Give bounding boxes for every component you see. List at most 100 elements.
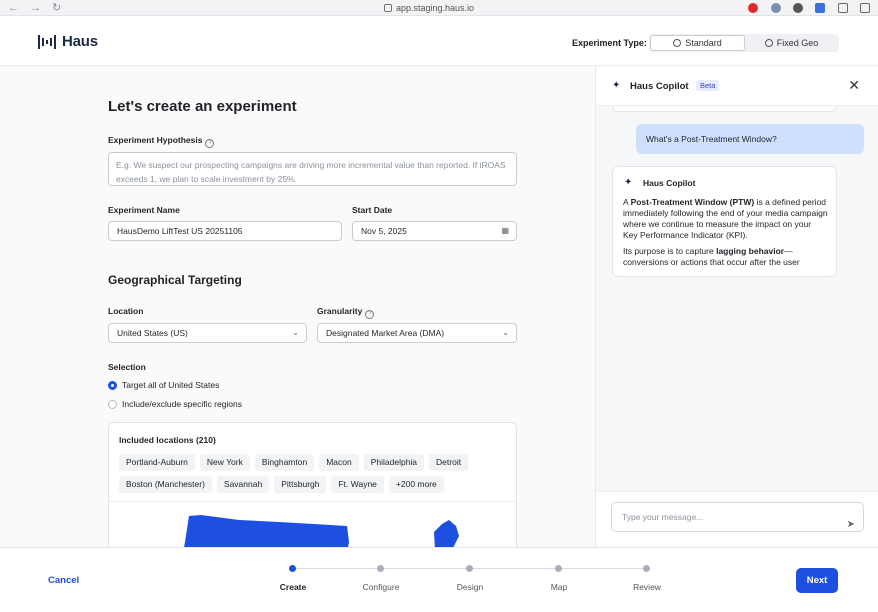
response-text: A xyxy=(623,197,631,207)
granularity-label-text: Granularity xyxy=(317,306,363,316)
experiment-type-toggle: Standard Fixed Geo xyxy=(649,34,839,52)
reload-icon[interactable]: ↻ xyxy=(52,1,61,15)
extension-blue-icon[interactable] xyxy=(815,3,825,13)
radio-include-exclude[interactable]: Include/exclude specific regions xyxy=(108,399,242,409)
us-map-region xyxy=(184,515,349,547)
location-label: Location xyxy=(108,306,144,316)
location-value: United States (US) xyxy=(117,328,188,338)
location-chip: New York xyxy=(199,454,250,471)
granularity-select[interactable]: Designated Market Area (DMA) ⌄ xyxy=(317,323,517,343)
experiment-type-fixed-geo-label: Fixed Geo xyxy=(776,38,819,48)
sparkle-icon: ✦ xyxy=(624,177,633,188)
next-button[interactable]: Next xyxy=(796,568,838,593)
experiment-name-input[interactable]: HausDemo LiftTest US 20251105 xyxy=(108,221,342,241)
location-chip: Pittsburgh xyxy=(274,476,327,493)
copilot-message-input[interactable]: Type your message... ➤ xyxy=(611,502,864,532)
chevron-down-icon: ⌄ xyxy=(502,328,509,337)
included-locations-title: Included locations (210) xyxy=(119,435,216,445)
step-dot-map[interactable] xyxy=(555,565,562,572)
page-title: Let's create an experiment xyxy=(108,98,297,115)
location-chip: Binghamton xyxy=(254,454,315,471)
start-date-value: Nov 5, 2025 xyxy=(361,226,407,236)
us-map xyxy=(184,515,459,547)
step-dot-configure[interactable] xyxy=(377,565,384,572)
location-chip: Portland-Auburn xyxy=(119,454,195,471)
experiment-type-standard-label: Standard xyxy=(685,38,722,48)
copilot-response-text: A Post-Treatment Window (PTW) is a defin… xyxy=(623,197,828,273)
back-icon[interactable]: ← xyxy=(8,1,19,15)
copilot-input-area: Type your message... ➤ xyxy=(596,491,878,547)
help-icon[interactable]: ? xyxy=(365,310,375,319)
hypothesis-label-text: Experiment Hypothesis xyxy=(108,135,203,145)
radio-include-exclude-label: Include/exclude specific regions xyxy=(122,399,243,409)
browser-toolbar: ← → ↻ app.staging.haus.io xyxy=(0,0,878,16)
extension-circle-icon[interactable] xyxy=(793,3,803,13)
experiment-type-fixed-geo[interactable]: Fixed Geo xyxy=(745,35,838,51)
reader-icon[interactable] xyxy=(838,3,848,13)
url-text: app.staging.haus.io xyxy=(396,3,475,13)
step-label-design[interactable]: Design xyxy=(440,582,500,592)
haus-logo[interactable]: Haus xyxy=(38,33,98,50)
location-chip: Macon xyxy=(319,454,359,471)
response-paragraph: A Post-Treatment Window (PTW) is a defin… xyxy=(623,197,828,241)
experiment-type-label: Experiment Type: xyxy=(572,38,647,48)
experiment-name-value: HausDemo LiftTest US 20251105 xyxy=(117,226,243,236)
step-label-create[interactable]: Create xyxy=(263,582,323,592)
experiment-form: Let's create an experiment Experiment Hy… xyxy=(0,66,596,547)
step-dot-review[interactable] xyxy=(643,565,650,572)
step-label-map[interactable]: Map xyxy=(529,582,589,592)
geo-targeting-title: Geographical Targeting xyxy=(108,273,242,287)
copilot-response-card: ✦ Haus Copilot A Post-Treatment Window (… xyxy=(612,166,837,277)
address-bar[interactable]: app.staging.haus.io xyxy=(384,2,474,14)
radio-button-checked[interactable] xyxy=(108,380,117,390)
more-locations-chip[interactable]: +200 more xyxy=(388,476,444,493)
hypothesis-placeholder: E.g. We suspect our prospecting campaign… xyxy=(116,160,506,184)
experiment-name-label: Experiment Name xyxy=(108,205,180,215)
granularity-label: Granularity? xyxy=(317,306,375,319)
location-chip: Savannah xyxy=(216,476,270,493)
response-term-bold: lagging behavior xyxy=(716,246,785,256)
haus-logo-icon xyxy=(38,34,56,49)
us-map-region xyxy=(434,520,459,547)
globe-icon xyxy=(673,39,682,47)
message-placeholder: Type your message... xyxy=(622,512,704,522)
start-date-input[interactable]: Nov 5, 2025 ▦ xyxy=(352,221,517,241)
link-icon xyxy=(384,4,392,12)
forward-icon[interactable]: → xyxy=(30,1,41,15)
step-dot-design[interactable] xyxy=(466,565,473,572)
radio-target-all[interactable]: Target all of United States xyxy=(108,380,219,390)
help-icon[interactable]: ? xyxy=(205,139,215,148)
radio-target-all-label: Target all of United States xyxy=(122,380,220,390)
beta-badge: Beta xyxy=(696,80,720,91)
sidebar-toggle-icon[interactable] xyxy=(860,3,870,13)
calendar-icon[interactable]: ▦ xyxy=(501,222,509,240)
radio-button[interactable] xyxy=(108,399,117,409)
user-message-bubble: What's a Post-Treatment Window? xyxy=(636,124,864,154)
experiment-type-standard[interactable]: Standard xyxy=(650,35,745,51)
copilot-title: Haus Copilot xyxy=(630,81,689,92)
hypothesis-label: Experiment Hypothesis? xyxy=(108,135,215,148)
cancel-button[interactable]: Cancel xyxy=(48,575,79,586)
user-message-text: What's a Post-Treatment Window? xyxy=(646,134,777,144)
logo-text: Haus xyxy=(62,33,98,50)
response-term-bold: Post-Treatment Window (PTW) xyxy=(630,197,755,207)
target-icon xyxy=(764,39,773,47)
hypothesis-textarea[interactable]: E.g. We suspect our prospecting campaign… xyxy=(108,152,517,186)
step-dot-create[interactable] xyxy=(289,565,296,572)
location-chip: Detroit xyxy=(429,454,469,471)
extension-profile-icon[interactable] xyxy=(771,3,781,13)
step-label-review[interactable]: Review xyxy=(617,582,677,592)
location-chip: Ft. Wayne xyxy=(331,476,384,493)
send-icon[interactable]: ➤ xyxy=(847,511,855,539)
close-icon[interactable]: ✕ xyxy=(848,77,860,94)
response-paragraph: Its purpose is to capture lagging behavi… xyxy=(623,246,828,268)
step-label-configure[interactable]: Configure xyxy=(351,582,411,592)
wizard-footer: Cancel Create Configure Design Map Revie… xyxy=(0,547,878,612)
location-chips: Portland-Auburn New York Binghamton Maco… xyxy=(119,454,479,493)
response-text: Its purpose is to capture xyxy=(623,246,717,256)
location-select[interactable]: United States (US) ⌄ xyxy=(108,323,307,343)
extension-red-icon[interactable] xyxy=(748,3,758,13)
chevron-down-icon: ⌄ xyxy=(292,328,299,337)
sparkle-icon: ✦ xyxy=(612,80,621,91)
previous-message-card xyxy=(612,106,837,112)
